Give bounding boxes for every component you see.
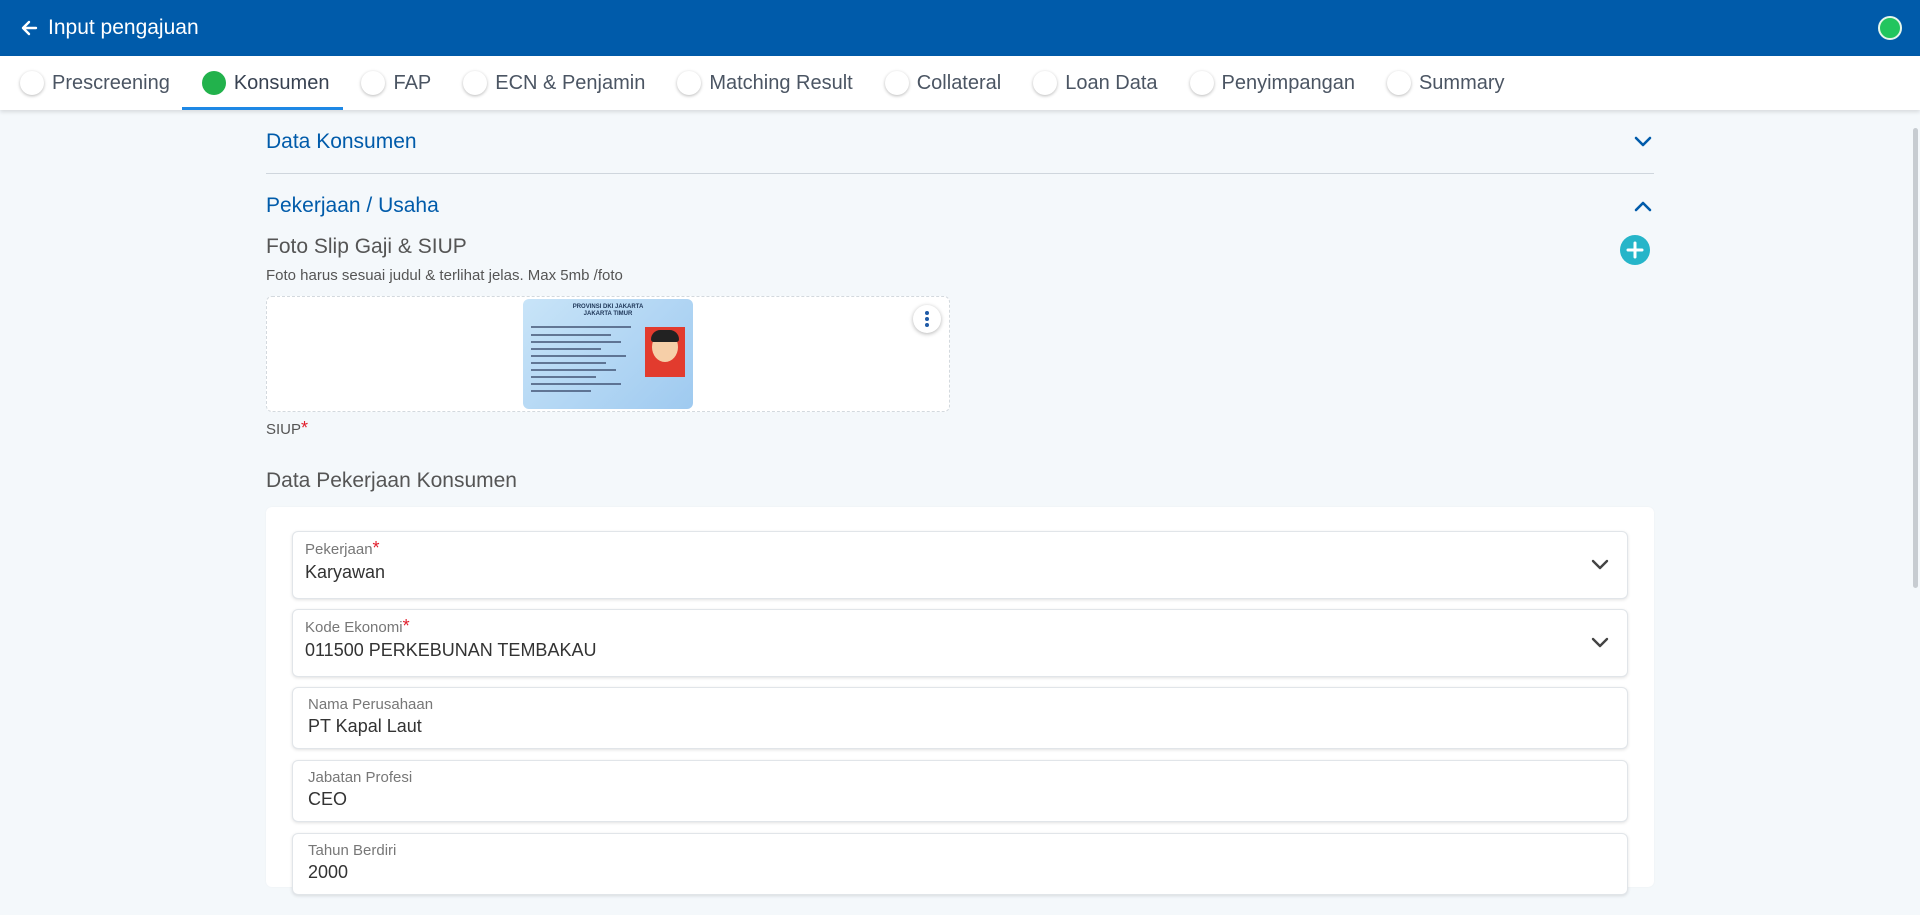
field-value: Karyawan [305, 562, 386, 582]
tab-ecn-penjamin[interactable]: ECN & Penjamin [461, 56, 659, 110]
field-label-text: Kode Ekonomi [305, 619, 403, 636]
status-indicator [1878, 16, 1902, 40]
thumbnail-header-line: JAKARTA TIMUR [583, 311, 633, 317]
step-tabs: Prescreening Konsumen FAP ECN & Penjamin… [0, 56, 1920, 110]
field-label: Tahun Berdiri [308, 842, 397, 859]
field-label-text: Pekerjaan [305, 541, 373, 558]
tab-label: Summary [1418, 71, 1505, 94]
back-arrow-icon[interactable] [18, 17, 40, 39]
step-status-icon [1033, 71, 1058, 95]
accordion-title: Data Konsumen [266, 129, 417, 153]
main-content: Data Konsumen Pekerjaan / Usaha Foto Sli… [266, 110, 1654, 895]
accordion-title: Pekerjaan / Usaha [266, 193, 439, 217]
field-label: Kode Ekonomi* [305, 616, 1615, 637]
job-form-card: Pekerjaan* Karyawan Kode Ekonomi* 011500… [266, 507, 1654, 895]
photo-upload-section: Foto Slip Gaji & SIUP Foto harus sesuai … [266, 235, 1654, 439]
chevron-down-icon[interactable] [1589, 554, 1611, 576]
page-title: Input pengajuan [48, 16, 199, 39]
tab-collateral[interactable]: Collateral [883, 56, 1015, 110]
jabatan-profesi-field[interactable]: Jabatan Profesi CEO [292, 760, 1628, 822]
field-value: 011500 PERKEBUNAN TEMBAKAU [305, 640, 597, 660]
field-value: PT Kapal Laut [308, 716, 422, 736]
nama-perusahaan-field[interactable]: Nama Perusahaan PT Kapal Laut [292, 687, 1628, 749]
photo-hint: Foto harus sesuai judul & terlihat jelas… [266, 267, 623, 284]
tab-summary[interactable]: Summary [1385, 56, 1519, 110]
tahun-berdiri-field[interactable]: Tahun Berdiri 2000 [292, 833, 1628, 895]
step-status-icon [1386, 71, 1411, 95]
photo-upload-box[interactable]: PROVINSI DKI JAKARTA JAKARTA TIMUR [266, 296, 950, 412]
step-status-icon [677, 71, 702, 95]
tab-label: Collateral [916, 71, 1002, 94]
field-label: Nama Perusahaan [308, 696, 434, 713]
photo-caption: SIUP* [266, 418, 1654, 439]
step-status-icon [463, 71, 488, 95]
chevron-down-icon[interactable] [1589, 632, 1611, 654]
tab-label: Loan Data [1065, 71, 1158, 94]
tab-penyimpangan[interactable]: Penyimpangan [1188, 56, 1369, 110]
hair-image [651, 330, 679, 342]
add-photo-button[interactable] [1620, 235, 1650, 265]
tab-label: Matching Result [709, 71, 853, 94]
chevron-down-icon[interactable] [1632, 131, 1654, 153]
required-mark: * [402, 616, 410, 636]
step-status-icon [1189, 71, 1214, 95]
tab-label: Konsumen [233, 71, 330, 94]
field-label: Jabatan Profesi [308, 769, 413, 786]
photo-section-title: Foto Slip Gaji & SIUP [266, 235, 467, 258]
app-header: Input pengajuan [0, 0, 1920, 56]
field-value: CEO [308, 789, 348, 809]
required-mark: * [372, 538, 380, 558]
tab-label: ECN & Penjamin [495, 71, 646, 94]
more-options-icon[interactable] [913, 305, 941, 333]
id-card-thumbnail[interactable]: PROVINSI DKI JAKARTA JAKARTA TIMUR [523, 299, 693, 409]
job-section-title: Data Pekerjaan Konsumen [266, 469, 517, 492]
thumbnail-header-line: PROVINSI DKI JAKARTA [572, 304, 644, 310]
tab-label: Prescreening [52, 71, 170, 94]
tab-loan-data[interactable]: Loan Data [1031, 56, 1171, 110]
scrollbar[interactable] [1913, 128, 1918, 588]
chevron-up-icon[interactable] [1632, 195, 1654, 217]
tab-label: FAP [393, 71, 432, 94]
caption-text: SIUP [266, 421, 302, 438]
field-label: Pekerjaan* [305, 538, 1615, 559]
tab-matching-result[interactable]: Matching Result [675, 56, 866, 110]
tab-konsumen[interactable]: Konsumen [181, 56, 344, 110]
pekerjaan-select[interactable]: Pekerjaan* Karyawan [292, 531, 1628, 599]
tab-prescreening[interactable]: Prescreening [18, 56, 184, 110]
tab-fap[interactable]: FAP [359, 56, 445, 110]
tab-label: Penyimpangan [1221, 71, 1355, 94]
accordion-pekerjaan-usaha[interactable]: Pekerjaan / Usaha [266, 174, 1654, 237]
step-status-icon [884, 71, 909, 95]
step-status-icon [201, 71, 226, 95]
step-status-icon [361, 71, 386, 95]
accordion-data-konsumen[interactable]: Data Konsumen [266, 110, 1654, 173]
kode-ekonomi-select[interactable]: Kode Ekonomi* 011500 PERKEBUNAN TEMBAKAU [292, 609, 1628, 677]
field-value: 2000 [308, 862, 349, 882]
required-mark: * [301, 418, 309, 438]
step-status-icon [20, 71, 44, 95]
